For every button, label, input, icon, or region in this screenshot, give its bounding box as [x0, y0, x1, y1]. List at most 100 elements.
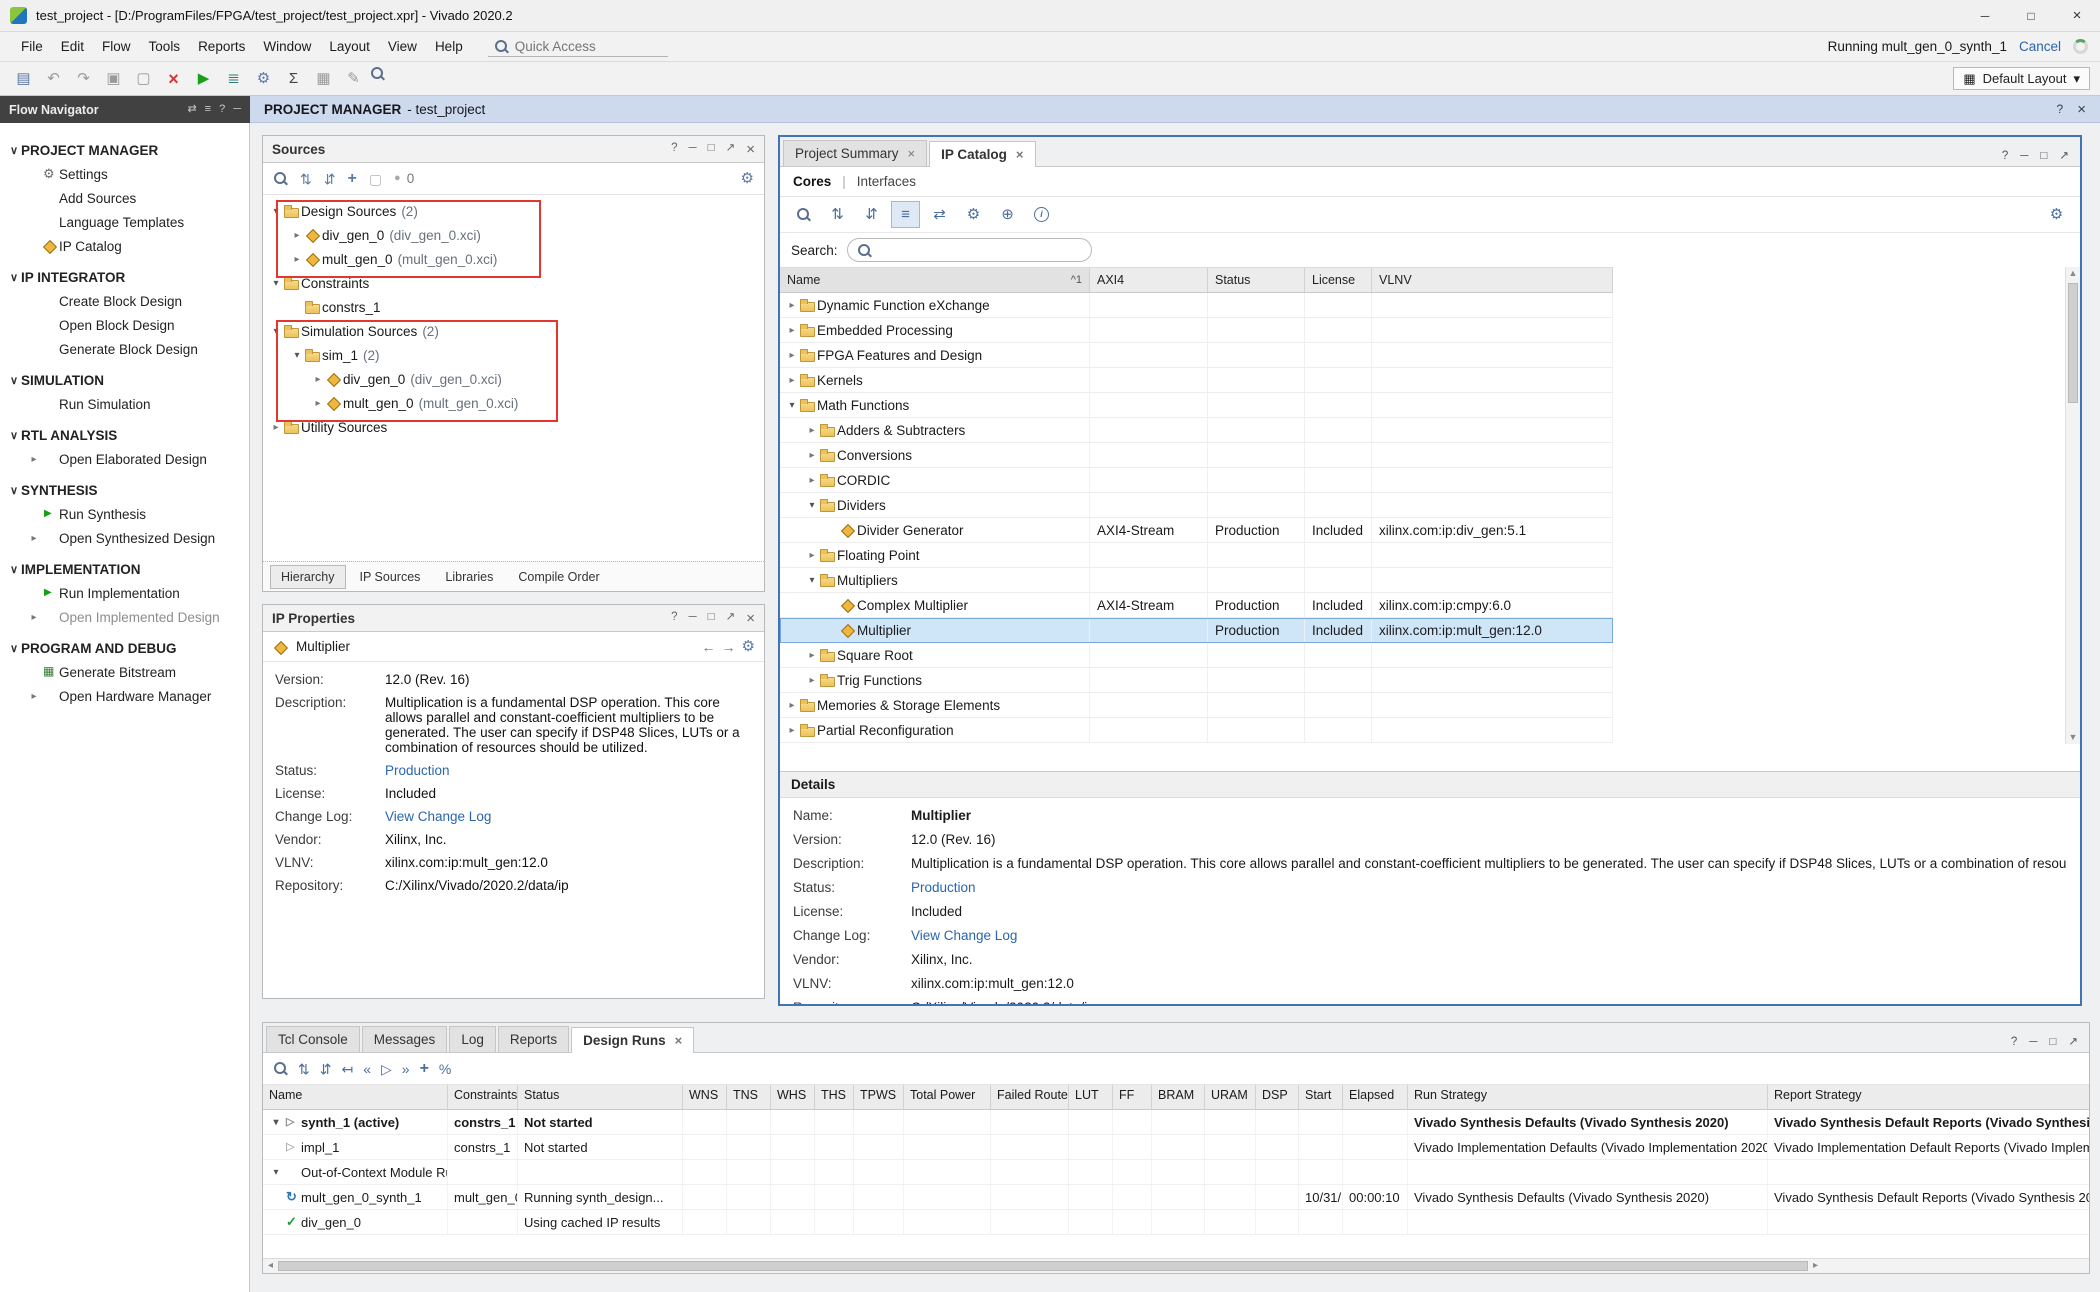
editor-tab[interactable]: IP Catalog	[929, 141, 1035, 167]
probe-icon[interactable]	[370, 66, 397, 92]
expand-icon[interactable]	[290, 254, 304, 265]
reset-runs-icon[interactable]	[341, 1062, 353, 1076]
sources-view-tab[interactable]: Compile Order	[507, 565, 610, 589]
expand-icon[interactable]	[805, 550, 819, 561]
help-icon[interactable]	[2057, 102, 2064, 117]
column-header[interactable]: LUT	[1069, 1085, 1113, 1109]
scroll-right-icon[interactable]	[1808, 1261, 1823, 1271]
close-icon[interactable]	[2077, 102, 2086, 117]
help-icon[interactable]	[671, 142, 677, 157]
settings-icon[interactable]	[250, 66, 277, 92]
window-close-icon[interactable]	[2054, 0, 2100, 31]
design-run-row[interactable]: impl_1 constrs_1 Not started	[263, 1135, 2090, 1160]
column-header-name[interactable]: Name ^1	[780, 268, 1090, 292]
expand-icon[interactable]	[269, 206, 283, 217]
catalog-row[interactable]: Math Functions	[780, 393, 1613, 418]
run-icon[interactable]	[190, 66, 217, 92]
column-header[interactable]: THS	[815, 1085, 854, 1109]
minimize-icon[interactable]	[688, 611, 696, 626]
flow-navigator-item[interactable]: IMPLEMENTATION	[0, 557, 249, 581]
column-header[interactable]: WHS	[771, 1085, 815, 1109]
utilization-icon[interactable]	[439, 1062, 451, 1076]
catalog-row[interactable]: Floating Point	[780, 543, 1613, 568]
catalog-row[interactable]: Dynamic Function eXchange	[780, 293, 1613, 318]
reports-icon[interactable]	[220, 66, 247, 92]
column-header[interactable]: WNS	[683, 1085, 727, 1109]
edit-icon[interactable]	[340, 66, 367, 92]
scroll-down-icon[interactable]	[2066, 733, 2080, 742]
flow-navigator-item[interactable]: Run Implementation	[0, 581, 249, 605]
quick-access-box[interactable]	[488, 37, 668, 57]
column-header[interactable]: Elapsed	[1343, 1085, 1408, 1109]
column-header[interactable]: Run Strategy	[1408, 1085, 1768, 1109]
tree-row[interactable]: Simulation Sources (2)	[263, 319, 764, 343]
create-run-icon[interactable]	[420, 1061, 429, 1077]
maximize-icon[interactable]	[726, 611, 736, 626]
menu-icon[interactable]	[205, 104, 211, 115]
layout-selector[interactable]: Default Layout	[1953, 67, 2090, 90]
flow-navigator-item[interactable]: Run Synthesis	[0, 502, 249, 526]
close-tab-icon[interactable]	[1016, 147, 1024, 162]
editor-tab[interactable]: Project Summary	[783, 140, 927, 166]
expand-icon[interactable]	[269, 278, 283, 289]
catalog-row[interactable]: Embedded Processing	[780, 318, 1613, 343]
maximize-icon[interactable]	[2068, 1037, 2078, 1049]
tree-row[interactable]: sim_1 (2)	[263, 343, 764, 367]
column-header[interactable]: Failed Routes	[991, 1085, 1069, 1109]
flow-navigator-item[interactable]: SYNTHESIS	[0, 478, 249, 502]
horizontal-scrollbar[interactable]	[263, 1258, 2089, 1273]
expand-icon[interactable]	[805, 475, 819, 486]
minimize-icon[interactable]	[233, 104, 241, 115]
float-icon[interactable]	[2049, 1037, 2056, 1049]
settings-icon[interactable]	[2042, 201, 2071, 228]
expand-icon[interactable]	[785, 300, 799, 311]
column-header[interactable]: BRAM	[1152, 1085, 1205, 1109]
expand-all-icon[interactable]	[320, 1062, 332, 1076]
flow-navigator-item[interactable]: Open Block Design	[0, 313, 249, 337]
tree-row[interactable]: mult_gen_0 (mult_gen_0.xci)	[263, 247, 764, 271]
gear-icon[interactable]	[742, 639, 755, 654]
expand-icon[interactable]	[785, 725, 799, 736]
expand-icon[interactable]	[290, 230, 304, 241]
scrollbar-thumb[interactable]	[2068, 283, 2078, 403]
flow-navigator-item[interactable]: Settings	[0, 162, 249, 186]
column-header[interactable]: Status	[518, 1085, 683, 1109]
menu-item[interactable]: File	[12, 35, 52, 58]
float-icon[interactable]	[2040, 151, 2047, 163]
catalog-row[interactable]: CORDIC	[780, 468, 1613, 493]
bottom-tab[interactable]: Tcl Console	[266, 1026, 360, 1052]
tree-row[interactable]: div_gen_0 (div_gen_0.xci)	[263, 223, 764, 247]
scrollbar-thumb[interactable]	[278, 1261, 1808, 1271]
catalog-row[interactable]: Multipliers	[780, 568, 1613, 593]
design-run-row[interactable]: div_gen_0 Using cached IP results	[263, 1210, 2090, 1235]
tree-row[interactable]: div_gen_0 (div_gen_0.xci)	[263, 367, 764, 391]
maximize-icon[interactable]	[726, 142, 736, 157]
expand-icon[interactable]	[785, 700, 799, 711]
tree-row[interactable]: mult_gen_0 (mult_gen_0.xci)	[263, 391, 764, 415]
sources-view-tab[interactable]: Libraries	[434, 565, 504, 589]
column-header-vlnv[interactable]: VLNV	[1372, 268, 1613, 292]
menu-item[interactable]: Help	[426, 35, 472, 58]
save-icon[interactable]	[10, 66, 37, 92]
catalog-row[interactable]: Multiplier Production Included xilinx.co…	[780, 618, 1613, 643]
flow-navigator-item[interactable]: PROJECT MANAGER	[0, 138, 249, 162]
window-maximize-icon[interactable]	[2008, 0, 2054, 31]
delete-icon[interactable]	[160, 66, 187, 92]
expand-icon[interactable]	[785, 375, 799, 386]
copy-icon[interactable]	[100, 66, 127, 92]
expand-icon[interactable]	[785, 350, 799, 361]
tree-row[interactable]: constrs_1	[263, 295, 764, 319]
flow-navigator-item[interactable]: IP INTEGRATOR	[0, 265, 249, 289]
search-icon[interactable]	[273, 171, 288, 186]
column-header-status[interactable]: Status	[1208, 268, 1305, 292]
help-icon[interactable]	[2002, 151, 2008, 163]
close-icon[interactable]	[746, 611, 755, 626]
menu-item[interactable]: Window	[254, 35, 320, 58]
minimize-icon[interactable]	[688, 142, 696, 157]
flow-navigator-item[interactable]: SIMULATION	[0, 368, 249, 392]
flow-navigator-item[interactable]: Generate Bitstream	[0, 660, 249, 684]
filter-circle-icon[interactable]	[394, 173, 401, 184]
scroll-left-icon[interactable]	[263, 1261, 278, 1271]
column-header[interactable]: TNS	[727, 1085, 771, 1109]
expand-icon[interactable]	[805, 450, 819, 461]
